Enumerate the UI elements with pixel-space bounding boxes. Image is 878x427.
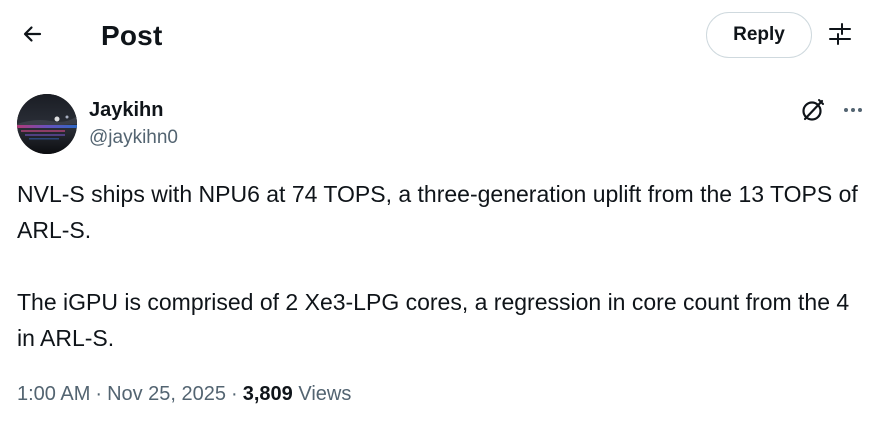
avatar-image bbox=[17, 94, 77, 154]
author-row: Jaykihn @jaykihn0 bbox=[17, 94, 867, 156]
post-header: Post Reply bbox=[0, 0, 878, 72]
settings-button[interactable] bbox=[822, 20, 858, 52]
tweet-meta: 1:00 AM · Nov 25, 2025 · 3,809 Views bbox=[17, 380, 351, 408]
views-label[interactable]: Views bbox=[298, 383, 351, 405]
sliders-icon bbox=[827, 21, 853, 52]
tweet-text: NVL-S ships with NPU6 at 74 TOPS, a thre… bbox=[17, 176, 867, 356]
tweet-date[interactable]: Nov 25, 2025 bbox=[107, 383, 226, 405]
tweet-paragraph: The iGPU is comprised of 2 Xe3-LPG cores… bbox=[17, 289, 850, 351]
meta-separator: · bbox=[231, 383, 238, 405]
author-handle[interactable]: @jaykihn0 bbox=[89, 126, 178, 150]
back-arrow-icon bbox=[20, 22, 44, 51]
page-title: Post bbox=[101, 20, 163, 51]
tweet-paragraph: NVL-S ships with NPU6 at 74 TOPS, a thre… bbox=[17, 181, 858, 243]
back-button[interactable] bbox=[14, 18, 50, 54]
tweet-time[interactable]: 1:00 AM bbox=[17, 383, 90, 405]
more-options-icon[interactable] bbox=[839, 96, 867, 124]
author-display-name[interactable]: Jaykihn bbox=[89, 98, 163, 122]
grok-icon[interactable] bbox=[799, 96, 827, 124]
meta-separator: · bbox=[95, 383, 103, 405]
reply-button[interactable]: Reply bbox=[706, 12, 812, 58]
avatar[interactable] bbox=[17, 94, 77, 154]
views-count[interactable]: 3,809 bbox=[243, 383, 293, 405]
